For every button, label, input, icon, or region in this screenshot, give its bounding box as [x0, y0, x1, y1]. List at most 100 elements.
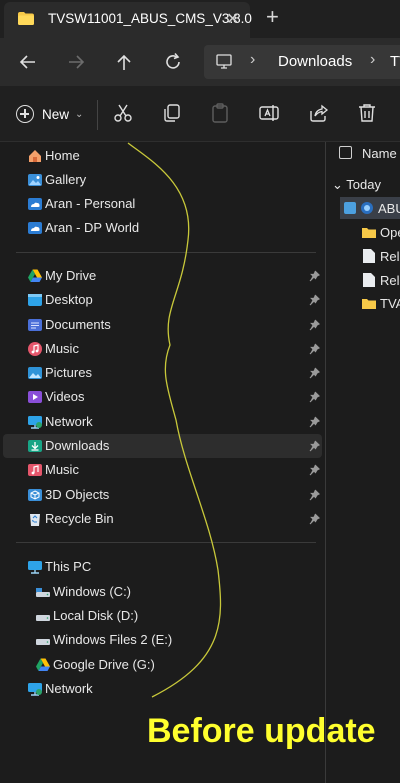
tab-title: TVSW11001_ABUS_CMS_V3.8.0 — [48, 11, 252, 26]
app-icon — [361, 202, 373, 214]
file-icon — [363, 249, 375, 263]
sidebar-item-desktop[interactable]: Desktop — [0, 288, 322, 312]
gallery-icon — [28, 174, 42, 186]
sidebar-item-label: Desktop — [45, 292, 93, 307]
sidebar-item-label: Aran - Personal — [45, 196, 136, 211]
sidebar-item-my-drive[interactable]: My Drive — [0, 264, 322, 288]
chevron-down-icon: ⌄ — [75, 108, 84, 120]
sidebar-item-drive-g[interactable]: Google Drive (G:) — [0, 653, 322, 677]
up-icon[interactable] — [112, 50, 136, 74]
pin-icon[interactable] — [308, 464, 320, 476]
share-icon[interactable] — [307, 102, 329, 124]
sidebar-item-music[interactable]: Music — [0, 337, 322, 361]
pin-icon[interactable] — [308, 270, 320, 282]
sidebar-item-home[interactable]: Home — [0, 144, 322, 168]
sidebar-item-label: My Drive — [45, 268, 97, 283]
file-row[interactable]: Rele — [342, 269, 400, 291]
new-button[interactable]: New ⌄ — [16, 102, 83, 126]
sidebar-item-videos[interactable]: Videos — [0, 385, 322, 409]
pin-icon[interactable] — [308, 416, 320, 428]
sidebar-item-network[interactable]: Network — [0, 410, 322, 434]
sidebar-divider — [16, 542, 316, 543]
pin-icon[interactable] — [308, 391, 320, 403]
folder-icon — [18, 12, 34, 25]
home-icon — [29, 150, 41, 162]
music-icon — [28, 464, 42, 476]
sidebar-item-downloads[interactable]: Downloads — [3, 434, 322, 458]
forward-icon[interactable] — [64, 50, 88, 74]
sidebar-item-label: Music — [45, 462, 79, 477]
refresh-icon[interactable] — [161, 50, 185, 74]
breadcrumb-chevron[interactable]: › — [370, 51, 375, 69]
breadcrumb-downloads[interactable]: Downloads — [278, 53, 352, 70]
sidebar-item-network-2[interactable]: Network — [0, 677, 322, 701]
column-header-name[interactable]: Name — [362, 146, 397, 161]
sidebar-item-onedrive-personal[interactable]: Aran - Personal — [0, 192, 322, 216]
cut-icon[interactable] — [112, 102, 134, 124]
sidebar-item-label: Windows Files 2 (E:) — [53, 632, 173, 647]
new-label: New — [42, 106, 70, 122]
sidebar-divider — [16, 252, 316, 253]
sidebar-item-pictures[interactable]: Pictures — [0, 361, 322, 385]
pin-icon[interactable] — [308, 343, 320, 355]
file-row[interactable]: Rele — [342, 245, 400, 267]
delete-icon[interactable] — [356, 102, 378, 124]
google-drive-icon — [36, 658, 50, 671]
onedrive-icon — [28, 198, 42, 210]
file-name: TVA — [380, 296, 400, 311]
before-update-caption: Before update — [147, 712, 376, 750]
pin-icon[interactable] — [308, 440, 320, 452]
pin-icon[interactable] — [308, 513, 320, 525]
sidebar-item-recycle-bin[interactable]: Recycle Bin — [0, 507, 322, 531]
group-header-today[interactable]: ⌄ Today — [332, 177, 381, 193]
drive-icon — [36, 588, 50, 597]
breadcrumb-chevron[interactable]: › — [250, 51, 255, 69]
sidebar-item-drive-d[interactable]: Local Disk (D:) — [0, 604, 322, 628]
network-icon — [28, 683, 42, 696]
address-bar[interactable]: › Downloads › TV — [204, 45, 400, 79]
tab-close-icon[interactable]: ✕ — [226, 9, 239, 29]
chevron-down-icon: ⌄ — [332, 177, 343, 192]
sidebar-item-drive-c[interactable]: Windows (C:) — [0, 580, 322, 604]
sidebar-item-label: Videos — [45, 389, 85, 404]
pin-icon[interactable] — [308, 319, 320, 331]
new-tab-button[interactable]: + — [266, 6, 279, 28]
sidebar-item-label: Recycle Bin — [45, 511, 114, 526]
file-row[interactable]: TVA — [342, 292, 400, 314]
sidebar-item-label: Documents — [45, 317, 111, 332]
file-row[interactable]: Ope — [342, 221, 400, 243]
sidebar-item-label: Gallery — [45, 172, 87, 187]
pin-icon[interactable] — [308, 294, 320, 306]
sidebar-item-label: Network — [45, 414, 93, 429]
pin-icon[interactable] — [308, 367, 320, 379]
sidebar-item-3d-objects[interactable]: 3D Objects — [0, 483, 322, 507]
paste-icon[interactable] — [209, 102, 231, 124]
downloads-icon — [28, 440, 42, 452]
sidebar-item-drive-e[interactable]: Windows Files 2 (E:) — [0, 628, 322, 652]
sidebar-item-documents[interactable]: Documents — [0, 313, 322, 337]
sidebar-item-this-pc[interactable]: This PC — [0, 555, 322, 579]
sidebar-item-music-2[interactable]: Music — [0, 458, 322, 482]
file-name: Rele — [380, 273, 400, 288]
select-all-checkbox[interactable] — [339, 146, 352, 159]
sidebar-item-label: Home — [45, 148, 80, 163]
drive-icon — [36, 615, 50, 621]
file-row[interactable]: ABUS — [340, 197, 400, 219]
checkbox-checked-icon[interactable] — [344, 202, 356, 214]
breadcrumb-current[interactable]: TV — [390, 53, 400, 70]
pin-icon[interactable] — [308, 489, 320, 501]
sidebar-item-label: Downloads — [45, 438, 110, 453]
back-icon[interactable] — [16, 50, 40, 74]
rename-icon[interactable] — [258, 102, 280, 124]
sidebar-item-onedrive-dpworld[interactable]: Aran - DP World — [0, 216, 322, 240]
tab-active[interactable]: TVSW11001_ABUS_CMS_V3.8.0 ✕ — [4, 2, 252, 38]
navigation-row: › Downloads › TV — [0, 38, 400, 86]
sidebar-item-label: 3D Objects — [45, 487, 110, 502]
sidebar-item-label: Windows (C:) — [53, 584, 132, 599]
copy-icon[interactable] — [161, 102, 183, 124]
sidebar-item-gallery[interactable]: Gallery — [0, 168, 322, 192]
drive-icon — [36, 639, 50, 645]
this-pc-icon — [216, 54, 232, 69]
file-name: Rele — [380, 249, 400, 264]
network-icon — [28, 416, 42, 429]
